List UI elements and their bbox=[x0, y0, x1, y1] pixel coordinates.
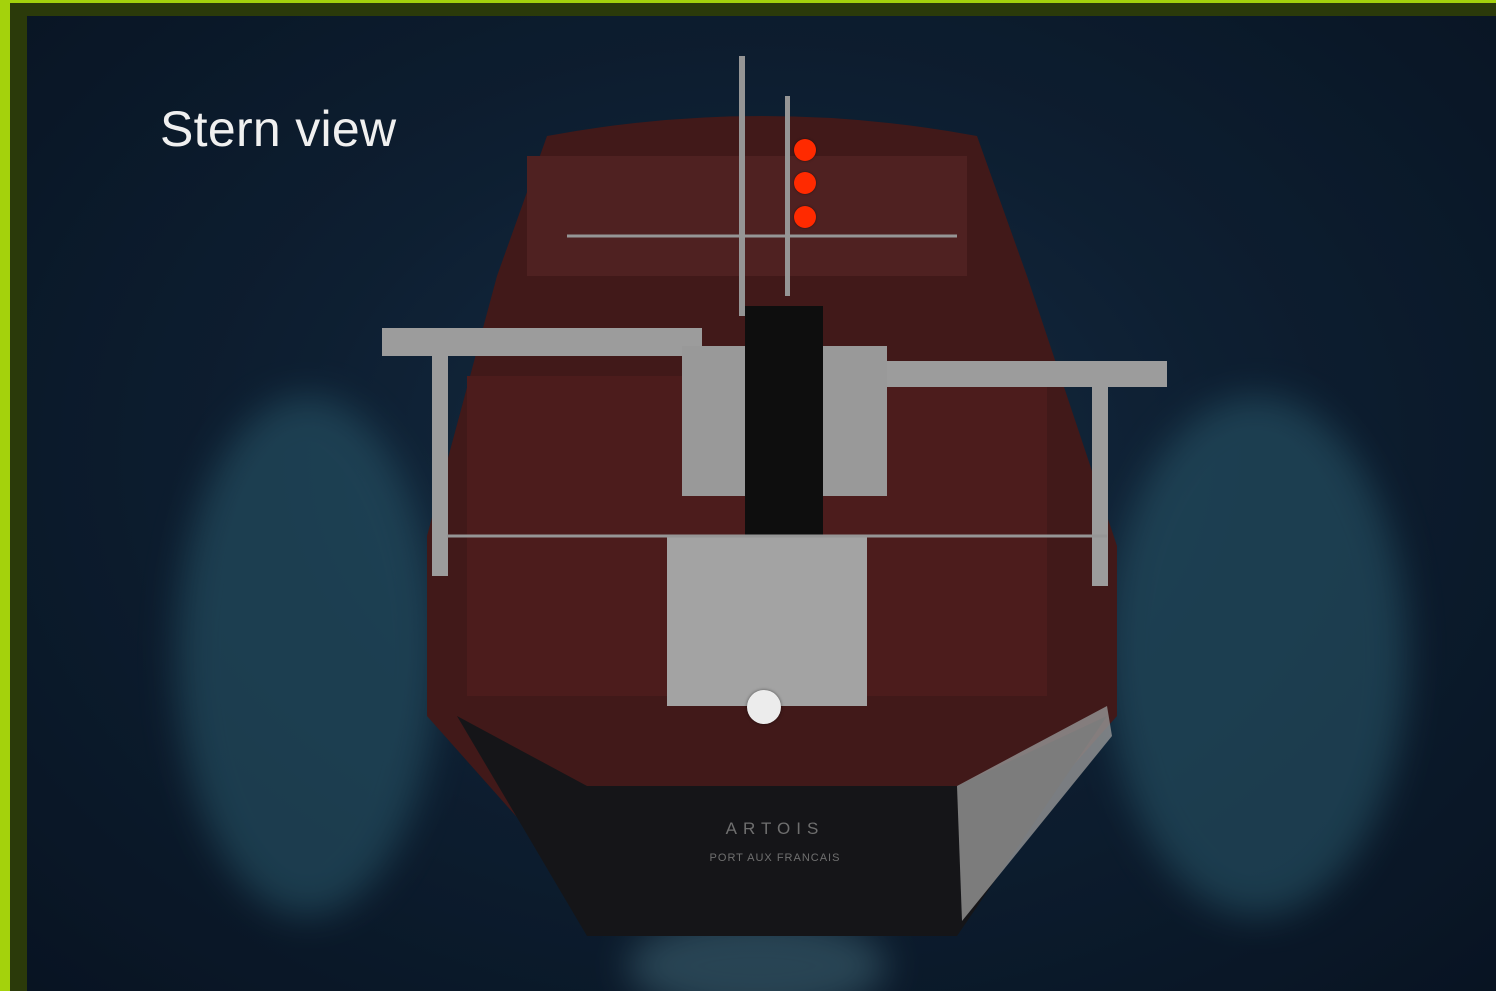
ship-name-text: ARTOIS bbox=[726, 819, 825, 838]
hotspot-marker-1[interactable] bbox=[794, 139, 816, 161]
view-title: Stern view bbox=[160, 101, 397, 157]
current-position-marker[interactable] bbox=[747, 690, 781, 724]
home-port-text: PORT AUX FRANCAIS bbox=[710, 852, 841, 864]
image-viewer: ARTOIS PORT AUX FRANCAIS Stern view bbox=[27, 16, 1496, 991]
ship-image: ARTOIS PORT AUX FRANCAIS bbox=[382, 56, 1167, 936]
hotspot-marker-2[interactable] bbox=[794, 172, 816, 194]
app-frame: ARTOIS PORT AUX FRANCAIS Stern view bbox=[0, 0, 1496, 991]
hotspot-marker-3[interactable] bbox=[794, 206, 816, 228]
